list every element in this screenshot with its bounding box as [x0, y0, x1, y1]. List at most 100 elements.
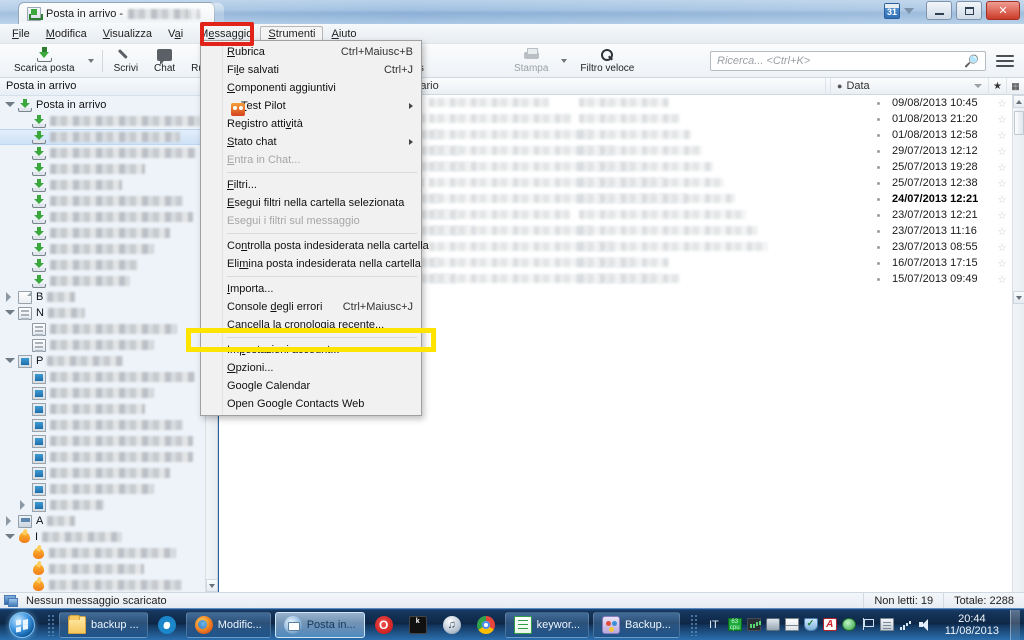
taskbar-clock[interactable]: 20:44 11/08/2013	[937, 613, 1005, 637]
scrollbar-thumb[interactable]	[1014, 111, 1024, 135]
folder-row[interactable]	[0, 401, 217, 417]
star-column-header[interactable]: ★	[989, 78, 1007, 95]
folder-row[interactable]	[0, 225, 217, 241]
star-icon[interactable]: ☆	[994, 177, 1010, 190]
security-shield-icon[interactable]	[803, 618, 818, 631]
taskbar-button-folder[interactable]: backup ...	[59, 611, 148, 638]
flag-action-center-icon[interactable]	[861, 618, 875, 631]
taskbar-button-opera[interactable]: O	[369, 612, 399, 638]
taskbar-button-internet-explorer[interactable]: e	[152, 612, 182, 638]
folder-row[interactable]	[0, 481, 217, 497]
folder-row[interactable]	[0, 161, 217, 177]
twisty-collapsed-icon[interactable]	[4, 292, 14, 302]
close-button[interactable]: ✕	[986, 1, 1020, 20]
network-graph-icon[interactable]	[746, 618, 761, 631]
menu-item-stato-chat[interactable]: Stato chat	[201, 133, 421, 151]
minimize-button[interactable]	[926, 1, 952, 20]
sort-caret-icon[interactable]	[974, 84, 982, 88]
stampa-dropdown-icon[interactable]	[561, 58, 568, 63]
twisty-collapsed-icon[interactable]	[18, 500, 28, 510]
menu-item-importa[interactable]: Importa...	[201, 280, 421, 298]
signal-bars-icon[interactable]	[899, 618, 913, 631]
star-icon[interactable]: ☆	[994, 209, 1010, 222]
network-icon[interactable]	[765, 618, 780, 631]
scroll-up-icon[interactable]	[1013, 95, 1024, 108]
folder-row[interactable]	[0, 273, 217, 289]
folder-row[interactable]	[0, 129, 217, 145]
taskbar-button-chrome[interactable]	[471, 612, 501, 638]
taskbar-button-itunes[interactable]: ♫	[437, 612, 467, 638]
twisty-expanded-icon[interactable]	[4, 356, 15, 366]
folder-row[interactable]	[0, 369, 217, 385]
star-icon[interactable]: ☆	[994, 225, 1010, 238]
folder-row[interactable]	[0, 209, 217, 225]
folder-row[interactable]	[0, 545, 217, 561]
taskbar-button-calc-spreadsheet[interactable]: keywor...	[504, 611, 590, 638]
folder-row[interactable]: I	[0, 529, 217, 545]
toolbar-scarica-posta[interactable]: Scarica posta	[6, 45, 83, 77]
menu-item-console-degli-errori[interactable]: Console degli errori Ctrl+Maiusc+J	[201, 298, 421, 316]
menu-item-esegui-filtri-nella-cartella-selezionata[interactable]: Esegui filtri nella cartella selezionata	[201, 194, 421, 212]
maximize-button[interactable]	[956, 1, 982, 20]
search-input[interactable]: Ricerca... <Ctrl+K> 🔍	[710, 50, 986, 71]
star-icon[interactable]: ☆	[994, 273, 1010, 286]
folder-row[interactable]	[0, 385, 217, 401]
toolbar-chat[interactable]: Chat	[146, 45, 183, 77]
folder-row[interactable]	[0, 337, 217, 353]
star-icon[interactable]: ☆	[994, 97, 1010, 110]
folder-row[interactable]	[0, 449, 217, 465]
menu-item-registro-attivit[interactable]: Registro attività	[201, 115, 421, 133]
mail-icon[interactable]	[784, 618, 799, 631]
chevron-down-icon[interactable]	[904, 7, 914, 14]
tray-grip[interactable]	[689, 613, 697, 636]
twisty-expanded-icon[interactable]	[4, 532, 15, 542]
folder-row[interactable]	[0, 321, 217, 337]
menu-item-impostazioni-account[interactable]: Impostazioni account...	[201, 341, 421, 359]
clipboard-icon[interactable]	[879, 618, 894, 631]
twisty-expanded-icon[interactable]	[4, 100, 15, 110]
date-column-header[interactable]: ● Data	[831, 78, 989, 95]
app-menu-button[interactable]	[996, 54, 1014, 67]
star-icon[interactable]: ☆	[994, 241, 1010, 254]
tab-posta-in-arrivo[interactable]: Posta in arrivo -	[18, 2, 225, 24]
volume-icon[interactable]	[918, 618, 932, 631]
folder-row[interactable]: ec.i	[0, 145, 217, 161]
folder-row[interactable]	[0, 193, 217, 209]
menu-file[interactable]: File	[4, 26, 38, 42]
menu-item-opzioni[interactable]: Opzioni...	[201, 359, 421, 377]
menu-item-open-google-contacts-web[interactable]: Open Google Contacts Web	[201, 395, 421, 413]
folder-row[interactable]: B	[0, 289, 217, 305]
show-desktop-button[interactable]	[1010, 609, 1020, 640]
folder-row[interactable]: P	[0, 353, 217, 369]
calendar-badge-icon[interactable]: 31	[884, 2, 900, 19]
menu-item-cancella-la-cronologia-recente[interactable]: Cancella la cronologia recente...	[201, 316, 421, 334]
star-icon[interactable]: ☆	[994, 113, 1010, 126]
green-shield-icon[interactable]	[841, 618, 856, 631]
taskbar-button-kindle[interactable]: k	[403, 612, 433, 638]
start-button[interactable]	[0, 610, 44, 640]
folder-row[interactable]	[0, 577, 217, 592]
message-list-scrollbar[interactable]	[1012, 95, 1024, 592]
menu-item-rubrica[interactable]: Rubrica Ctrl+Maiusc+B	[201, 43, 421, 61]
recipient-column-header[interactable]: Destinatario	[374, 78, 826, 95]
language-indicator[interactable]: IT	[705, 619, 723, 631]
scroll-down-icon[interactable]	[1013, 291, 1024, 304]
menu-item-componenti-aggiuntivi[interactable]: Componenti aggiuntivi	[201, 79, 421, 97]
scarica-posta-dropdown-icon[interactable]	[87, 58, 94, 63]
twisty-expanded-icon[interactable]	[4, 308, 15, 318]
folder-row[interactable]	[0, 417, 217, 433]
toolbar-scrivi[interactable]: Scrivi	[106, 45, 146, 77]
menu-item-test-pilot[interactable]: Test Pilot	[201, 97, 421, 116]
folder-row[interactable]	[0, 433, 217, 449]
scroll-down-icon[interactable]	[206, 579, 217, 592]
folder-row[interactable]: Posta in arrivo	[0, 97, 217, 113]
taskbar-button-paint[interactable]: Backup...	[593, 611, 680, 638]
toolbar-grip[interactable]	[47, 613, 54, 636]
folder-row[interactable]	[0, 497, 217, 513]
menu-item-file-salvati[interactable]: File salvati Ctrl+J	[201, 61, 421, 79]
menu-visualizza[interactable]: Visualizza	[95, 26, 160, 42]
star-icon[interactable]: ☆	[994, 161, 1010, 174]
menu-vai[interactable]: Vai	[160, 26, 191, 42]
taskbar-button-thunderbird[interactable]: Posta in...	[274, 611, 365, 638]
star-icon[interactable]: ☆	[994, 145, 1010, 158]
